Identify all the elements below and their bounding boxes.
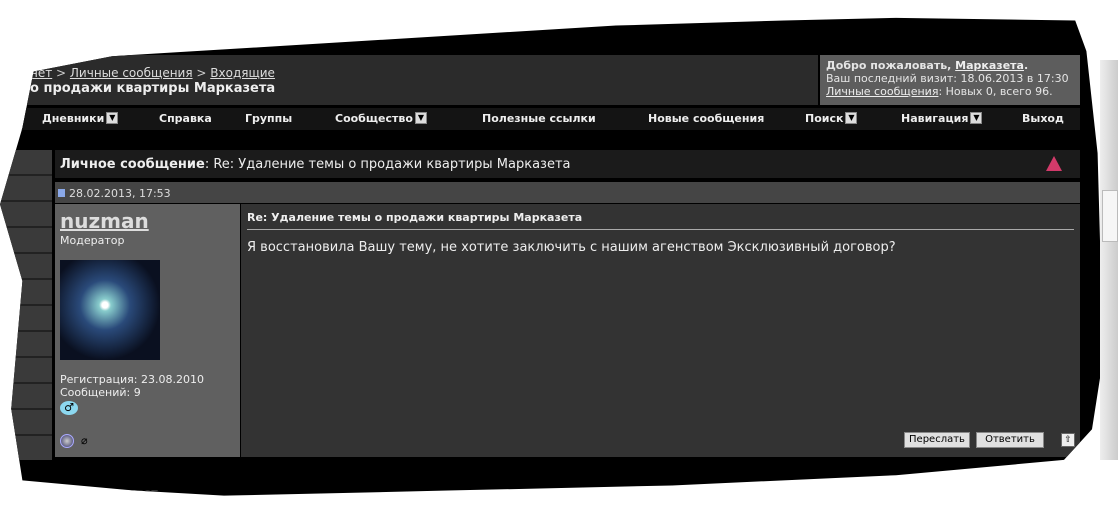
header: нет > Личные сообщения > Входящие о прод… <box>0 55 818 105</box>
breadcrumb-root[interactable]: нет <box>30 66 52 80</box>
report-warning-icon[interactable] <box>1046 156 1062 171</box>
breadcrumb-pm[interactable]: Личные сообщения <box>70 66 193 80</box>
breadcrumb-inbox[interactable]: Входящие <box>210 66 275 80</box>
navbar: Дневники ▼ Справка Группы Сообщество ▼ Пол… <box>0 108 1080 130</box>
message-label: Личное сообщение <box>60 157 205 172</box>
scrollbar[interactable] <box>1100 60 1118 460</box>
message-body: Я восстановила Вашу тему, не хотите закл… <box>247 240 896 255</box>
nav-community[interactable]: Сообщество ▼ <box>335 112 427 125</box>
welcome-greet: Добро пожаловать, <box>826 59 956 72</box>
message-title: Re: Удаление темы о продажи квартиры Мар… <box>247 211 583 224</box>
nav-search[interactable]: Поиск ▼ <box>805 112 858 125</box>
online-status-icon <box>60 434 74 448</box>
welcome-box: Добро пожаловать, Марказета. Ваш последн… <box>820 55 1080 105</box>
nav-label: Сообщество <box>335 112 413 125</box>
scrollbar-thumb[interactable] <box>1102 190 1118 242</box>
user-link[interactable]: Марказета <box>955 59 1024 72</box>
user-role: Модератор <box>60 234 125 247</box>
reply-button[interactable]: Ответить <box>976 432 1044 448</box>
nav-navigation[interactable]: Навигация ▼ <box>901 112 983 125</box>
nav-help[interactable]: Справка <box>159 112 212 125</box>
footer-fragment: ...твот <box>118 486 158 499</box>
avatar <box>60 260 160 360</box>
user-panel: nuzman Модератор Регистрация: 23.08.2010… <box>55 204 240 457</box>
breadcrumb-sep: > <box>192 66 211 80</box>
page-title: о продажи квартиры Марказета <box>30 81 276 96</box>
date-row: 28.02.2013, 17:53 <box>55 182 1080 203</box>
post-count: Сообщений: 9 <box>60 386 141 399</box>
divider <box>247 229 1074 230</box>
dropdown-arrow-icon[interactable]: ▼ <box>845 112 858 124</box>
page-frame: нет > Личные сообщения > Входящие о прод… <box>0 17 1104 499</box>
paperclip-icon: ⌀ <box>81 434 88 447</box>
breadcrumb: нет > Личные сообщения > Входящие <box>30 66 275 80</box>
post-date: 28.02.2013, 17:53 <box>69 187 171 200</box>
registration-date: Регистрация: 23.08.2010 <box>60 373 204 386</box>
message-subject: : Re: Удаление темы о продажи квартиры М… <box>204 157 571 172</box>
nav-label: Поиск <box>805 112 844 125</box>
nav-new-posts[interactable]: Новые сообщения <box>648 112 764 125</box>
welcome-dot: . <box>1023 59 1029 72</box>
pm-link[interactable]: Личные сообщения <box>826 85 938 98</box>
side-strip <box>0 150 52 460</box>
nav-label: Дневники <box>42 112 105 125</box>
nav-groups[interactable]: Группы <box>245 112 292 125</box>
forward-button[interactable]: Переслать <box>904 432 970 448</box>
dropdown-arrow-icon[interactable]: ▼ <box>970 112 983 124</box>
dropdown-arrow-icon[interactable]: ▼ <box>414 112 427 124</box>
male-gender-icon: ♂ <box>60 401 78 415</box>
pm-stats: : Новых 0, всего 96. <box>938 85 1053 98</box>
breadcrumb-sep: > <box>52 66 70 80</box>
nav-diaries[interactable]: Дневники ▼ <box>42 112 119 125</box>
nav-links[interactable]: Полезные ссылки <box>482 112 596 125</box>
dropdown-arrow-icon[interactable]: ▼ <box>106 112 119 124</box>
nav-logout[interactable]: Выход <box>1022 112 1064 125</box>
post-icon <box>58 189 65 197</box>
last-visit: Ваш последний визит: 18.06.2013 в 17:30 <box>826 72 1069 85</box>
message-title-bar: Личное сообщение: Re: Удаление темы о пр… <box>55 150 1080 178</box>
username-link[interactable]: nuzman <box>60 209 149 233</box>
message-panel: Re: Удаление темы о продажи квартиры Мар… <box>241 204 1080 457</box>
scroll-top-icon[interactable]: ⇧ <box>1061 433 1075 447</box>
nav-label: Навигация <box>901 112 969 125</box>
